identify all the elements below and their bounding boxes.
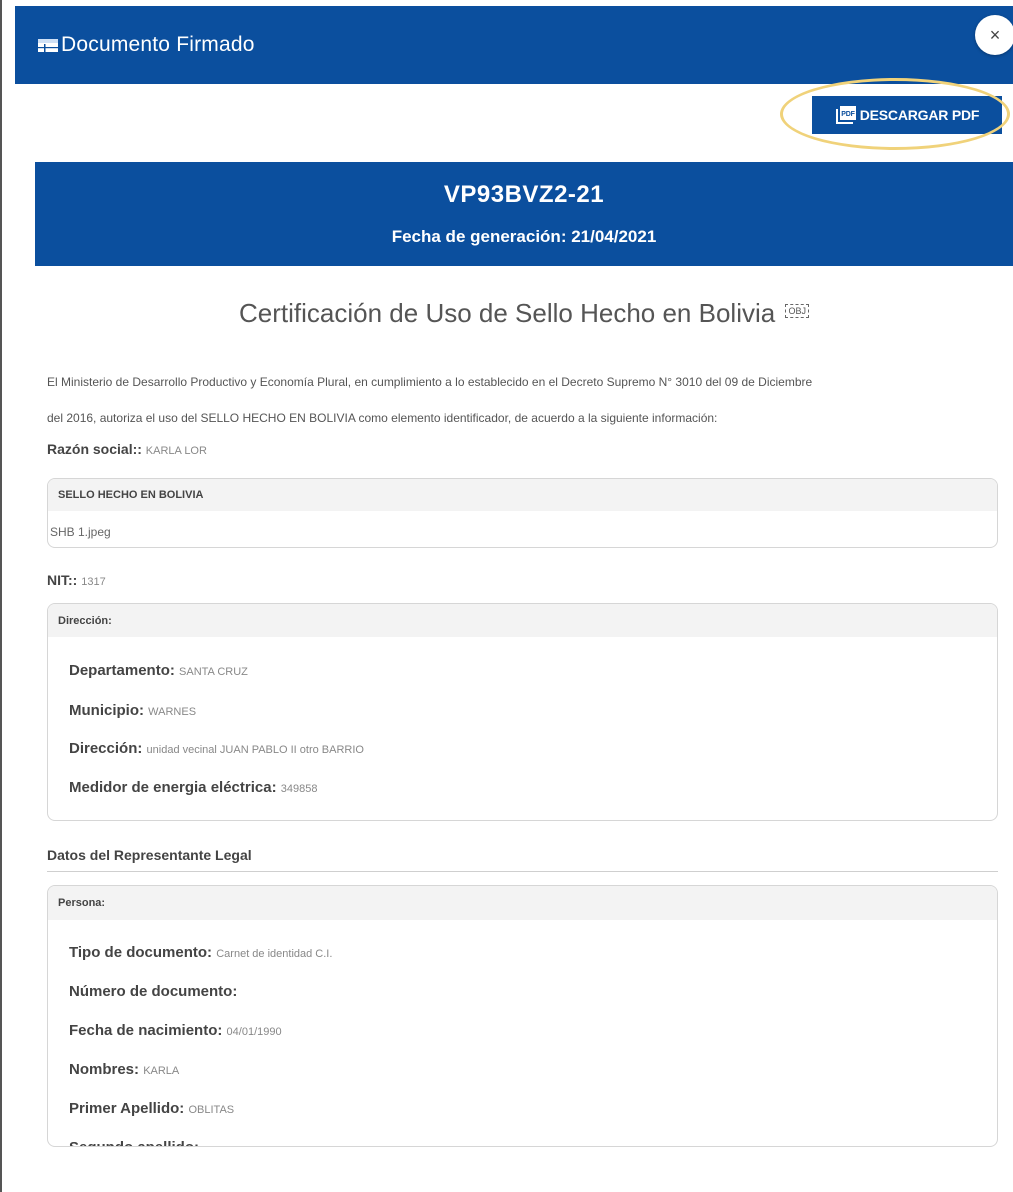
- nit-label: NIT::: [47, 572, 78, 588]
- intro-line-1: El Ministerio de Desarrollo Productivo y…: [47, 375, 813, 389]
- razon-social-value: KARLA LOR: [145, 445, 207, 457]
- departamento-row: Departamento: SANTA CRUZ: [69, 662, 248, 679]
- persona-panel: Persona: Tipo de documento: Carnet de id…: [47, 885, 998, 1147]
- nit-value: 1317: [81, 576, 106, 588]
- direccion-panel-header: Dirección:: [48, 604, 997, 637]
- numero-documento-label: Número de documento:: [69, 983, 238, 1000]
- razon-social-label: Razón social::: [47, 441, 142, 457]
- nombres-row: Nombres: KARLA: [69, 1061, 179, 1078]
- segundo-apellido-label: Segundo apellido:: [69, 1139, 199, 1146]
- intro-line-2: del 2016, autoriza el uso del SELLO HECH…: [47, 411, 718, 425]
- document-banner: VP93BVZ2-21 Fecha de generación: 21/04/2…: [35, 162, 1013, 266]
- download-pdf-label: DESCARGAR PDF: [859, 107, 980, 123]
- sello-panel: SELLO HECHO EN BOLIVIA SHB 1.jpeg: [47, 478, 998, 548]
- certificate-title-text: Certificación de Uso de Sello Hecho en B…: [239, 298, 776, 328]
- medidor-value: 349858: [280, 783, 318, 795]
- tipo-documento-row: Tipo de documento: Carnet de identidad C…: [69, 944, 332, 961]
- direccion-label: Dirección:: [69, 740, 143, 757]
- generation-date: Fecha de generación: 21/04/2021: [391, 227, 657, 246]
- medidor-label: Medidor de energia eléctrica:: [69, 779, 277, 796]
- certificate-intro: El Ministerio de Desarrollo Productivo y…: [47, 364, 997, 436]
- direccion-panel: Dirección: Departamento: SANTA CRUZ Muni…: [47, 603, 998, 821]
- primer-apellido-value: OBLITAS: [188, 1104, 235, 1116]
- persona-panel-header: Persona:: [48, 886, 997, 920]
- medidor-row: Medidor de energia eléctrica: 349858: [69, 779, 317, 796]
- municipio-label: Municipio:: [69, 702, 144, 719]
- close-button[interactable]: ×: [975, 15, 1013, 55]
- svg-text:PDF: PDF: [841, 111, 855, 118]
- sello-panel-header: SELLO HECHO EN BOLIVIA: [48, 479, 997, 511]
- direccion-row: Dirección: unidad vecinal JUAN PABLO II …: [69, 740, 364, 757]
- segundo-apellido-row: Segundo apellido:: [69, 1139, 199, 1146]
- fecha-nacimiento-row: Fecha de nacimiento: 04/01/1990: [69, 1022, 282, 1039]
- tipo-documento-label: Tipo de documento:: [69, 944, 213, 961]
- window-edge: [0, 0, 2, 1192]
- nombres-label: Nombres:: [69, 1061, 140, 1078]
- representante-section-title: Datos del Representante Legal: [47, 847, 998, 872]
- nit-field: NIT:: 1317: [47, 572, 106, 588]
- departamento-value: SANTA CRUZ: [179, 666, 248, 678]
- modal-header: Documento Firmado: [15, 6, 1013, 84]
- object-placeholder-icon: OBJ: [785, 304, 809, 318]
- download-pdf-button[interactable]: PDF DESCARGAR PDF: [812, 96, 1002, 134]
- close-icon: ×: [989, 24, 1001, 45]
- certificate-title: Certificación de Uso de Sello Hecho en B…: [35, 298, 1013, 329]
- fecha-nacimiento-value: 04/01/1990: [226, 1026, 282, 1038]
- municipio-row: Municipio: WARNES: [69, 702, 196, 719]
- nombres-value: KARLA: [143, 1065, 180, 1077]
- primer-apellido-label: Primer Apellido:: [69, 1100, 185, 1117]
- direccion-value: unidad vecinal JUAN PABLO II otro BARRIO: [146, 744, 364, 756]
- document-code: VP93BVZ2-21: [443, 181, 605, 208]
- primer-apellido-row: Primer Apellido: OBLITAS: [69, 1100, 234, 1117]
- sello-file-name: SHB 1.jpeg: [50, 525, 111, 539]
- numero-documento-row: Número de documento:: [69, 983, 237, 1000]
- departamento-label: Departamento:: [69, 662, 175, 679]
- razon-social-field: Razón social:: KARLA LOR: [47, 441, 207, 457]
- document-table-icon: [37, 36, 59, 54]
- municipio-value: WARNES: [148, 706, 197, 718]
- tipo-documento-value: Carnet de identidad C.I.: [216, 948, 333, 960]
- pdf-icon: PDF: [835, 105, 857, 125]
- modal-title: Documento Firmado: [61, 33, 255, 56]
- fecha-nacimiento-label: Fecha de nacimiento:: [69, 1022, 223, 1039]
